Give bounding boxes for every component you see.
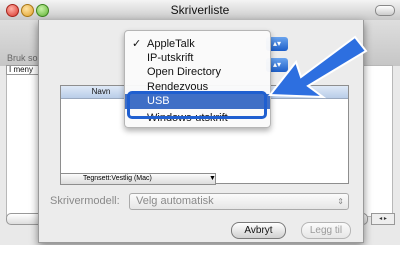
callout-arrow-icon bbox=[267, 35, 368, 99]
printer-list-window: Skriverliste Bruk so I meny ◂ ▸ ▴▾ ▴▾ Na… bbox=[0, 0, 400, 245]
